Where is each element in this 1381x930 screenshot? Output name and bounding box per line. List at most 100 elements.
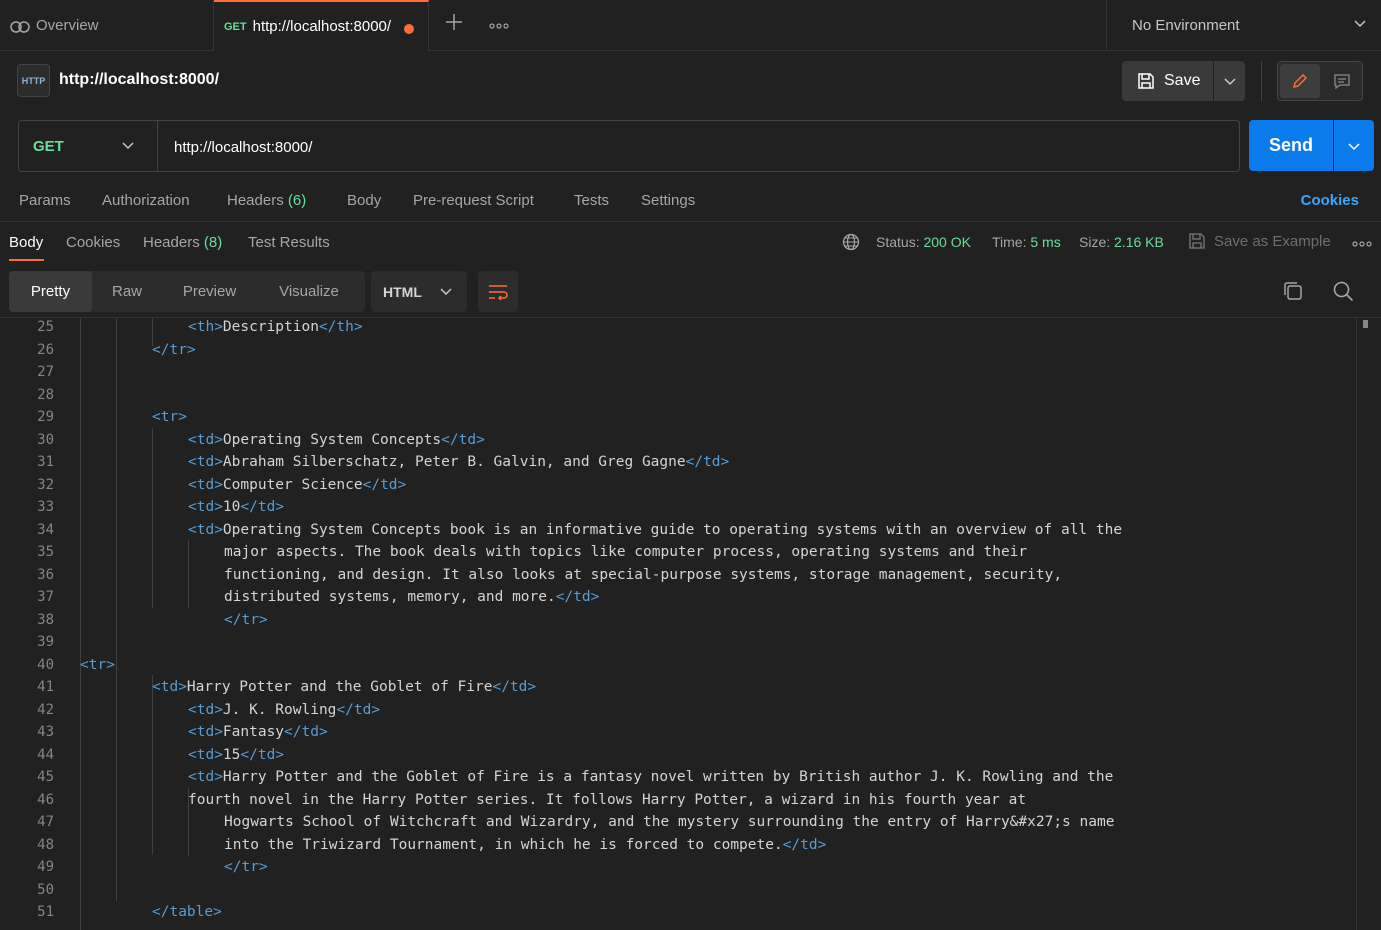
status-label: Status: <box>876 234 920 250</box>
code-line: 30 <td>Operating System Concepts</td> <box>0 429 1360 452</box>
tag-content: Hogwarts School of Witchcraft and Wizard… <box>224 814 1115 830</box>
size-meta[interactable]: Size: 2.16 KB <box>1079 234 1164 250</box>
more-icon <box>489 23 509 29</box>
method-select[interactable]: GET <box>19 121 158 171</box>
comment-icon <box>1334 74 1350 90</box>
html-tag: <td> <box>188 746 223 763</box>
tab-more-button[interactable] <box>487 11 511 39</box>
response-more-button[interactable] <box>1352 234 1372 250</box>
code-text: <td>Fantasy</td> <box>188 721 328 744</box>
time-meta[interactable]: Time: 5 ms <box>992 234 1061 250</box>
pencil-icon <box>1292 73 1308 89</box>
plus-icon <box>446 14 462 30</box>
code-text: <td>10</td> <box>188 496 284 519</box>
response-tab-headers[interactable]: Headers (8) <box>143 234 222 251</box>
tab-overview[interactable]: Overview <box>0 0 214 51</box>
line-number: 31 <box>37 454 54 470</box>
tag-content: Description <box>222 319 319 335</box>
tab-headers-count: (6) <box>287 192 307 209</box>
globe-icon[interactable] <box>842 233 860 251</box>
view-pretty-button[interactable]: Pretty <box>9 271 92 312</box>
line-number: 38 <box>37 611 54 628</box>
tab-params[interactable]: Params <box>19 192 71 209</box>
request-title[interactable]: http://localhost:8000/ <box>59 71 219 89</box>
tab-body[interactable]: Body <box>347 192 381 209</box>
code-line: 46 fourth novel in the Harry Potter serie… <box>0 789 1360 812</box>
code-text: functioning, and design. It also looks a… <box>224 564 1062 587</box>
search-icon <box>1333 281 1354 302</box>
overview-icon <box>10 20 30 33</box>
code-text: distributed systems, memory, and more.</… <box>224 586 599 609</box>
html-tag: <td> <box>188 724 223 740</box>
send-button[interactable]: Send <box>1249 120 1333 171</box>
code-line: 28 <box>0 384 1360 407</box>
edit-mode-button[interactable] <box>1280 64 1320 98</box>
line-number: 37 <box>37 589 54 605</box>
line-number: 26 <box>37 341 54 358</box>
code-line: 26 </tr> <box>0 339 1360 362</box>
response-tab-cookies[interactable]: Cookies <box>66 234 120 251</box>
view-raw-button[interactable]: Raw <box>92 271 162 312</box>
line-number: 41 <box>37 679 54 695</box>
code-line: 32 <td>Computer Science</td> <box>0 474 1360 497</box>
html-tag: <tr> <box>152 409 187 425</box>
html-tag: </td> <box>336 701 381 718</box>
view-visualize-button[interactable]: Visualize <box>257 271 361 312</box>
code-line: 37 distributed systems, memory, and more.… <box>0 586 1360 609</box>
line-number: 28 <box>37 386 54 403</box>
code-text: <td>Operating System Concepts</td> <box>188 429 485 452</box>
tab-headers[interactable]: Headers (6) <box>227 192 306 209</box>
environment-select[interactable]: No Environment <box>1106 0 1381 51</box>
cookies-link[interactable]: Cookies <box>1301 192 1359 209</box>
tab-request[interactable]: GET http://localhost:8000/ <box>214 0 429 51</box>
new-tab-button[interactable] <box>440 11 468 39</box>
code-line: 36 functioning, and design. It also looks… <box>0 564 1360 587</box>
copy-icon <box>1284 282 1302 300</box>
line-number: 39 <box>37 634 54 650</box>
tab-tests[interactable]: Tests <box>574 192 609 209</box>
environment-label: No Environment <box>1132 17 1240 34</box>
code-text: <tr> <box>80 654 115 677</box>
tag-content: into the Triwizard Tournament, in which … <box>224 836 783 853</box>
line-number: 29 <box>37 409 54 425</box>
save-button[interactable]: Save <box>1122 61 1213 101</box>
line-number: 51 <box>37 904 54 920</box>
response-tab-body[interactable]: Body <box>9 234 43 251</box>
tab-headers-label: Headers <box>227 192 284 209</box>
copy-button[interactable] <box>1282 280 1306 304</box>
view-preview-button[interactable]: Preview <box>162 271 257 312</box>
code-line: 41 <td>Harry Potter and the Goblet of Fir… <box>0 676 1360 699</box>
more-icon <box>1352 241 1372 247</box>
save-as-example-label: Save as Example <box>1214 232 1331 250</box>
html-tag: </td> <box>284 724 328 740</box>
tag-content: Harry Potter and the Goblet of Fire is a… <box>222 769 1114 785</box>
status-meta[interactable]: Status: 200 OK <box>876 234 971 250</box>
response-body-editor[interactable]: 25 <th>Description</th> 26 </tr> 27 28 29 <tr> 3… <box>0 317 1381 930</box>
scrollbar-thumb[interactable] <box>1363 320 1368 328</box>
save-as-example-button[interactable]: Save as Example <box>1188 232 1331 250</box>
tab-bar: Overview GET http://localhost:8000/ No E… <box>0 0 1381 51</box>
tab-settings[interactable]: Settings <box>641 192 695 209</box>
code-line: 49 </tr> <box>0 856 1360 879</box>
line-number: 46 <box>37 791 54 808</box>
code-text: major aspects. The book deals with topic… <box>224 541 1027 564</box>
url-input[interactable] <box>174 136 1214 158</box>
format-select[interactable]: HTML <box>371 271 467 312</box>
code-line: 31 <td>Abraham Silberschatz, Peter B. Gal… <box>0 451 1360 474</box>
search-button[interactable] <box>1332 280 1356 304</box>
send-dropdown-button[interactable] <box>1334 120 1374 171</box>
html-tag: </tr> <box>152 341 196 358</box>
response-tab-test-results[interactable]: Test Results <box>248 234 330 251</box>
tag-content: 10 <box>222 499 241 515</box>
wrap-lines-button[interactable] <box>478 271 518 312</box>
code-text: </tr> <box>152 339 196 362</box>
divider <box>1261 61 1262 101</box>
comment-mode-button[interactable] <box>1322 64 1362 98</box>
tab-prerequest-script[interactable]: Pre-request Script <box>413 192 534 209</box>
html-tag: <td> <box>188 521 223 538</box>
html-tag: </tr> <box>224 859 268 875</box>
html-tag: </td> <box>685 454 730 470</box>
save-dropdown-button[interactable] <box>1214 61 1245 101</box>
tag-content: Operating System Concepts book is an inf… <box>222 521 1123 538</box>
tab-authorization[interactable]: Authorization <box>102 192 190 209</box>
